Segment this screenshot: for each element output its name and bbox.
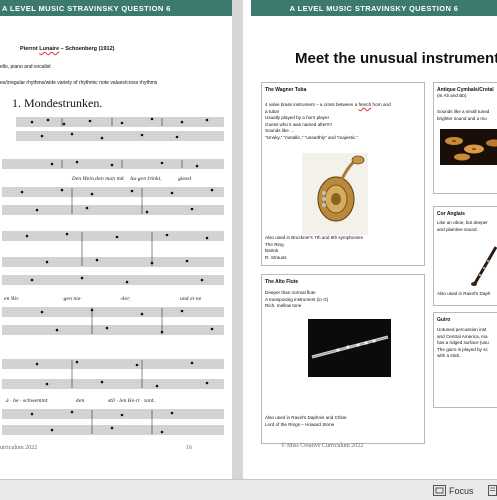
- card-title: The Wagner Tuba: [265, 87, 307, 93]
- card-text: Sounds like a small tuned brighter sound…: [437, 109, 490, 121]
- rhythms-line: es/irregular rhythms/wide variety of rhy…: [0, 80, 158, 86]
- card-used-in: Also used in Bruckner's 7th and 9th symp…: [265, 235, 363, 260]
- card-text: Like an oboe, but deeper and plaintive s…: [437, 220, 488, 232]
- card-used-in: Also used in Ravel's Daph: [437, 291, 491, 296]
- cymbals-photo: [440, 129, 497, 165]
- alto-flute-card: The Alto Flute Deeper than normal flute …: [261, 274, 425, 444]
- card-text: 4 valve brass instrument – a cross betwe…: [265, 102, 391, 140]
- page-number: 16: [186, 445, 192, 451]
- page-title: Meet the unusual instrument: [295, 50, 497, 67]
- lyric-line: Den Wein,den man mit: [71, 176, 124, 182]
- instruments-line: ello, piano and vocalist: [0, 64, 51, 70]
- lyric-line: stil - len Ho-ri - zont.: [108, 398, 156, 404]
- lyric-line: giesst: [178, 176, 192, 182]
- card-title: Guiro: [437, 317, 451, 323]
- lyric-line: den: [76, 398, 85, 404]
- page-16: A LEVEL MUSIC STRAVINSKY QUESTION 6 Pier…: [0, 0, 232, 479]
- card-text: (In Ab and Bb): [437, 93, 467, 98]
- lyric-line: ä - be - schwemmt: [6, 398, 48, 404]
- read-mode-button[interactable]: [488, 484, 497, 497]
- alto-flute-photo: [308, 319, 391, 377]
- wagner-tuba-card: The Wagner Tuba 4 valve brass instrument…: [261, 82, 425, 266]
- cor-anglais-photo: [471, 246, 497, 286]
- card-text: Untuned percussion inst and Central Amer…: [437, 327, 489, 359]
- page-17: A LEVEL MUSIC STRAVINSKY QUESTION 6 Meet…: [243, 0, 497, 479]
- lyric-line: en Wo-: [4, 296, 20, 302]
- document-viewport[interactable]: A LEVEL MUSIC STRAVINSKY QUESTION 6 Pier…: [0, 0, 497, 479]
- status-bar: Focus: [0, 479, 497, 500]
- lyric-line: -der,: [120, 296, 131, 302]
- lyric-line: Au-gen trinkt,: [129, 176, 162, 182]
- card-text: Deeper than normal flute A transposing i…: [265, 290, 329, 309]
- antique-cymbals-card: Antique Cymbals/Crotal (In Ab and Bb) So…: [433, 82, 497, 194]
- card-title: The Alto Flute: [265, 279, 299, 285]
- focus-label: Focus: [449, 485, 474, 496]
- music-score-image: Den Wein,den man mit Au-gen trinkt, gies…: [2, 117, 224, 435]
- lyric-line: -gen nie-: [62, 296, 82, 302]
- left-page-banner: A LEVEL MUSIC STRAVINSKY QUESTION 6: [0, 0, 232, 16]
- read-mode-icon: [488, 485, 497, 496]
- left-footer: urriculum 2022: [0, 445, 38, 451]
- lyric-line: und ei-ne: [180, 296, 202, 302]
- right-footer: © Miss Creative Curriculum 2022: [281, 443, 364, 449]
- piece-title: Pierrot Lunaire – Schoenberg (1912): [20, 46, 115, 52]
- focus-icon: [433, 485, 446, 496]
- wagner-tuba-photo: [302, 153, 368, 235]
- card-used-in: Also used in Ravel's Daphnis and Chloe L…: [265, 415, 347, 427]
- focus-mode-button[interactable]: Focus: [433, 484, 474, 497]
- score-heading: 1. Mondestrunken.: [12, 96, 103, 110]
- right-page-banner: A LEVEL MUSIC STRAVINSKY QUESTION 6: [251, 0, 497, 16]
- cor-anglais-card: Cor Anglais Like an oboe, but deeper and…: [433, 206, 497, 306]
- guiro-card: Guiro Untuned percussion inst and Centra…: [433, 312, 497, 408]
- card-title: Cor Anglais: [437, 211, 465, 217]
